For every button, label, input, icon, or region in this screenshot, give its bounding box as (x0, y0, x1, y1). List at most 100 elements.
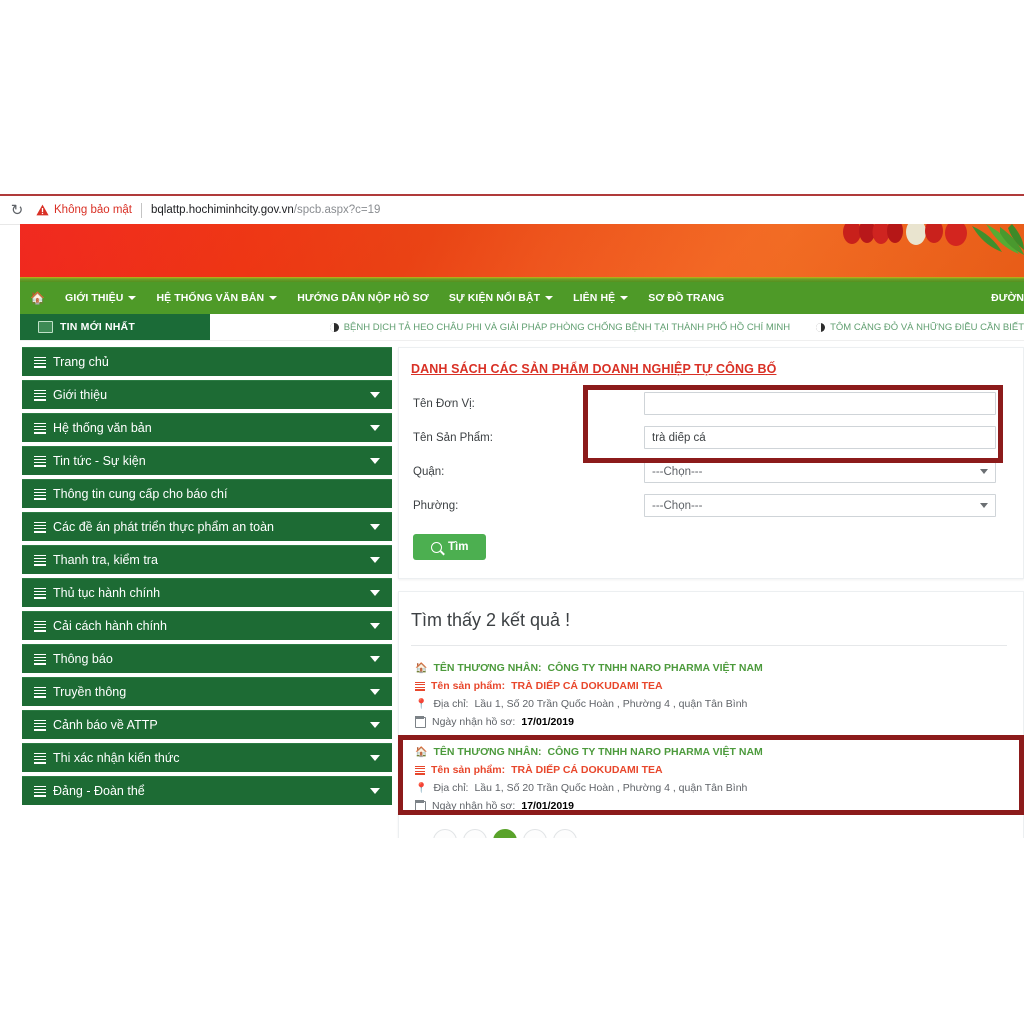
website-page: 🏠 GIỚI THIỆU HỆ THỐNG VĂN BẢN HƯỚNG DẪN … (20, 224, 1024, 866)
sidebar-item-label: Cải cách hành chính (53, 619, 370, 633)
calendar-icon (415, 801, 426, 812)
ticker-item-text: BỆNH DỊCH TẢ HEO CHÂU PHI VÀ GIẢI PHÁP P… (344, 322, 790, 333)
sidebar-item-canh-bao-attp[interactable]: Cảnh báo về ATTP (22, 710, 392, 739)
chevron-down-icon[interactable] (370, 689, 380, 695)
nav-item-gioi-thieu[interactable]: GIỚI THIỆU (55, 282, 146, 314)
label-quan: Quận: (409, 466, 644, 478)
newspaper-icon (38, 321, 53, 333)
result-merchant-name: CÔNG TY TNHH NARO PHARMA VIỆT NAM (548, 746, 763, 758)
nav-label: HƯỚNG DẪN NỘP HỒ SƠ (297, 292, 429, 304)
sidebar-item-label: Đảng - Đoàn thể (53, 784, 370, 798)
browser-toolbar: ↻ Không bảo mật bqlattp.hochiminhcity.go… (0, 196, 1024, 225)
chevron-down-icon (128, 296, 136, 300)
sidebar-item-label: Thủ tục hành chính (53, 586, 370, 600)
ten-don-vi-input[interactable] (644, 392, 996, 415)
result-address-value: Lầu 1, Số 20 Trần Quốc Hoàn , Phường 4 ,… (474, 782, 747, 794)
result-address-prefix: Địa chỉ: (433, 698, 468, 710)
field-wrap-don-vi (644, 392, 1007, 415)
chevron-down-icon (545, 296, 553, 300)
url-text[interactable]: bqlattp.hochiminhcity.gov.vn/spcb.aspx?c… (151, 204, 380, 216)
home-icon: 🏠 (415, 747, 427, 758)
sidebar-item-thanh-tra-kiem-tra[interactable]: Thanh tra, kiểm tra (22, 545, 392, 574)
result-product-prefix: Tên sản phẩm: (431, 680, 505, 692)
nav-label: GIỚI THIỆU (65, 292, 123, 304)
sidebar-item-label: Cảnh báo về ATTP (53, 718, 370, 732)
nav-item-su-kien-noi-bat[interactable]: SỰ KIỆN NỔI BẬT (439, 282, 563, 314)
ten-san-pham-input[interactable] (644, 426, 996, 449)
chevron-down-icon[interactable] (370, 722, 380, 728)
chevron-down-icon[interactable] (370, 392, 380, 398)
sidebar-item-dang-doan-the[interactable]: Đảng - Đoàn thể (22, 776, 392, 805)
result-item[interactable]: 🏠 TÊN THƯƠNG NHÂN: CÔNG TY TNHH NARO PHA… (411, 659, 1007, 743)
sidebar-item-label: Giới thiệu (53, 388, 370, 402)
sidebar-item-thong-tin-bao-chi[interactable]: Thông tin cung cấp cho báo chí (22, 479, 392, 508)
chevron-down-icon[interactable] (370, 656, 380, 662)
phuong-select[interactable] (644, 494, 996, 517)
nav-item-truncated[interactable]: ĐƯỜN (985, 292, 1024, 304)
chevron-down-icon[interactable] (370, 458, 380, 464)
sidebar-item-de-an-thuc-pham[interactable]: Các đề án phát triển thực phẩm an toàn (22, 512, 392, 541)
form-row-san-pham: Tên Sản Phẩm: (409, 426, 1007, 449)
chevron-down-icon[interactable] (370, 557, 380, 563)
list-icon (34, 555, 46, 566)
sidebar-item-trang-chu[interactable]: Trang chủ (22, 347, 392, 376)
url-domain: bqlattp.hochiminhcity.gov.vn (151, 204, 294, 216)
half-circle-icon (816, 323, 825, 332)
result-address-value: Lầu 1, Số 20 Trần Quốc Hoàn , Phường 4 ,… (474, 698, 747, 710)
chevron-down-icon[interactable] (370, 623, 380, 629)
sidebar-item-label: Thanh tra, kiểm tra (53, 553, 370, 567)
result-date-prefix: Ngày nhận hồ sơ: (432, 716, 515, 728)
top-navigation-bar: 🏠 GIỚI THIỆU HỆ THỐNG VĂN BẢN HƯỚNG DẪN … (20, 282, 1024, 314)
list-icon (415, 682, 425, 691)
sidebar-item-truyen-thong[interactable]: Truyền thông (22, 677, 392, 706)
site-banner (20, 224, 1024, 282)
nav-item-so-do-trang[interactable]: SƠ ĐỒ TRANG (638, 282, 734, 314)
url-path: /spcb.aspx?c=19 (294, 204, 381, 216)
sidebar-item-tin-tuc-su-kien[interactable]: Tin tức - Sự kiện (22, 446, 392, 475)
chevron-down-icon[interactable] (370, 590, 380, 596)
result-product-prefix: Tên sản phẩm: (431, 764, 505, 776)
result-date-prefix: Ngày nhận hồ sơ: (432, 800, 515, 812)
reload-icon[interactable]: ↻ (8, 201, 26, 219)
nav-home[interactable]: 🏠 (20, 282, 55, 314)
chevron-down-icon[interactable] (370, 425, 380, 431)
address-bar[interactable]: Không bảo mật bqlattp.hochiminhcity.gov.… (36, 200, 1024, 220)
result-date-value: 17/01/2019 (521, 716, 574, 728)
sidebar-item-label: Thông tin cung cấp cho báo chí (53, 487, 380, 501)
nav-label: SỰ KIỆN NỔI BẬT (449, 292, 540, 304)
label-ten-don-vi: Tên Đơn Vị: (409, 398, 644, 410)
page-title[interactable]: DANH SÁCH CÁC SẢN PHẨM DOANH NGHIỆP TỰ C… (411, 362, 776, 376)
nav-item-huong-dan-nop-ho-so[interactable]: HƯỚNG DẪN NỘP HỒ SƠ (287, 282, 439, 314)
list-icon (415, 766, 425, 775)
nav-label: SƠ ĐỒ TRANG (648, 292, 724, 304)
ticker-item[interactable]: BỆNH DỊCH TẢ HEO CHÂU PHI VÀ GIẢI PHÁP P… (330, 322, 790, 333)
ticker-item-text: TÔM CÀNG ĐỎ VÀ NHỮNG ĐIỀU CẦN BIẾT (830, 322, 1024, 333)
list-icon (34, 687, 46, 698)
sidebar-item-thi-xac-nhan-kien-thuc[interactable]: Thi xác nhận kiến thức (22, 743, 392, 772)
field-wrap-quan (644, 460, 1007, 483)
nav-item-he-thong-van-ban[interactable]: HỆ THỐNG VĂN BẢN (146, 282, 287, 314)
chevron-down-icon (269, 296, 277, 300)
chevron-down-icon[interactable] (370, 755, 380, 761)
result-product-name: TRÀ DIẾP CÁ DOKUDAMI TEA (511, 680, 662, 692)
search-button[interactable]: Tìm (413, 534, 486, 560)
chevron-down-icon[interactable] (370, 524, 380, 530)
sidebar-item-thong-bao[interactable]: Thông báo (22, 644, 392, 673)
sidebar-item-he-thong-van-ban[interactable]: Hệ thống văn bản (22, 413, 392, 442)
result-merchant-prefix: TÊN THƯƠNG NHÂN: (433, 662, 541, 674)
result-item[interactable]: 🏠 TÊN THƯƠNG NHÂN: CÔNG TY TNHH NARO PHA… (411, 743, 1007, 827)
list-icon (34, 786, 46, 797)
form-row-don-vi: Tên Đơn Vị: (409, 392, 1007, 415)
nav-label: HỆ THỐNG VĂN BẢN (156, 292, 264, 304)
quan-select[interactable] (644, 460, 996, 483)
nav-item-lien-he[interactable]: LIÊN HỆ (563, 282, 638, 314)
sidebar-item-thu-tuc-hanh-chinh[interactable]: Thủ tục hành chính (22, 578, 392, 607)
sidebar-item-cai-cach-hanh-chinh[interactable]: Cải cách hành chính (22, 611, 392, 640)
chevron-down-icon[interactable] (370, 788, 380, 794)
sidebar-item-gioi-thieu[interactable]: Giới thiệu (22, 380, 392, 409)
result-date-line: Ngày nhận hồ sơ: 17/01/2019 (415, 716, 1003, 728)
ticker-label: TIN MỚI NHẤT (20, 314, 210, 340)
results-card: Tìm thấy 2 kết quả ! 🏠 TÊN THƯƠNG NHÂN: … (398, 591, 1024, 866)
sidebar-item-label: Hệ thống văn bản (53, 421, 370, 435)
ticker-item[interactable]: TÔM CÀNG ĐỎ VÀ NHỮNG ĐIỀU CẦN BIẾT (816, 322, 1024, 333)
